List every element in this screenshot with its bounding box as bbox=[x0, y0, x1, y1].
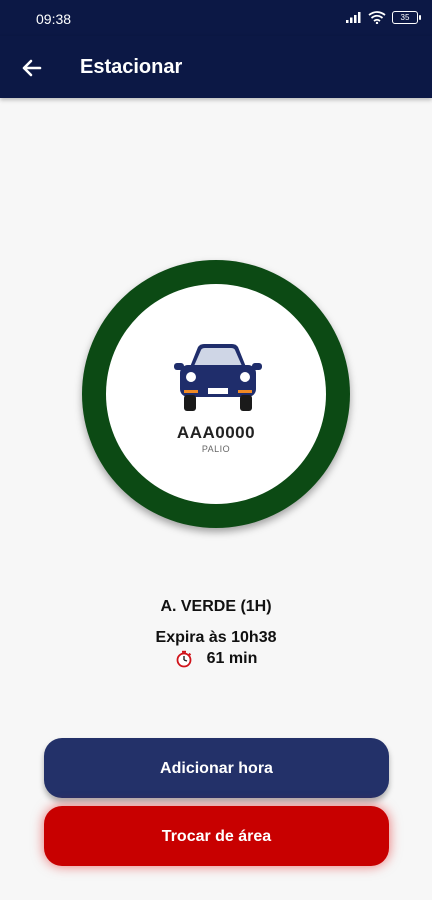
car-icon bbox=[174, 344, 262, 411]
remaining-time-row: 61 min bbox=[0, 650, 432, 668]
vehicle-plate: AAA0000 bbox=[176, 423, 256, 442]
timer-icon bbox=[176, 650, 192, 668]
wifi-icon bbox=[368, 11, 386, 24]
status-icons: 35 bbox=[346, 10, 421, 24]
expiration-time: Expira às 10h38 bbox=[155, 629, 277, 646]
battery-level: 35 bbox=[400, 12, 410, 22]
add-hour-button[interactable]: Adicionar hora bbox=[44, 738, 389, 798]
signal-icon bbox=[346, 12, 361, 23]
remaining-time: 61 min bbox=[206, 650, 258, 667]
change-area-button[interactable]: Trocar de área bbox=[44, 806, 389, 866]
status-time: 09:38 bbox=[36, 11, 72, 27]
battery-icon: 35 bbox=[392, 10, 421, 24]
back-button[interactable] bbox=[16, 52, 48, 84]
parking-area: A. VERDE (1H) bbox=[160, 598, 272, 615]
page-title: Estacionar bbox=[80, 56, 183, 78]
status-bar: 09:38 35 bbox=[0, 0, 432, 36]
back-arrow-icon bbox=[22, 59, 42, 77]
app-bar: Estacionar bbox=[0, 36, 432, 98]
vehicle-model: PALIO bbox=[201, 444, 231, 454]
